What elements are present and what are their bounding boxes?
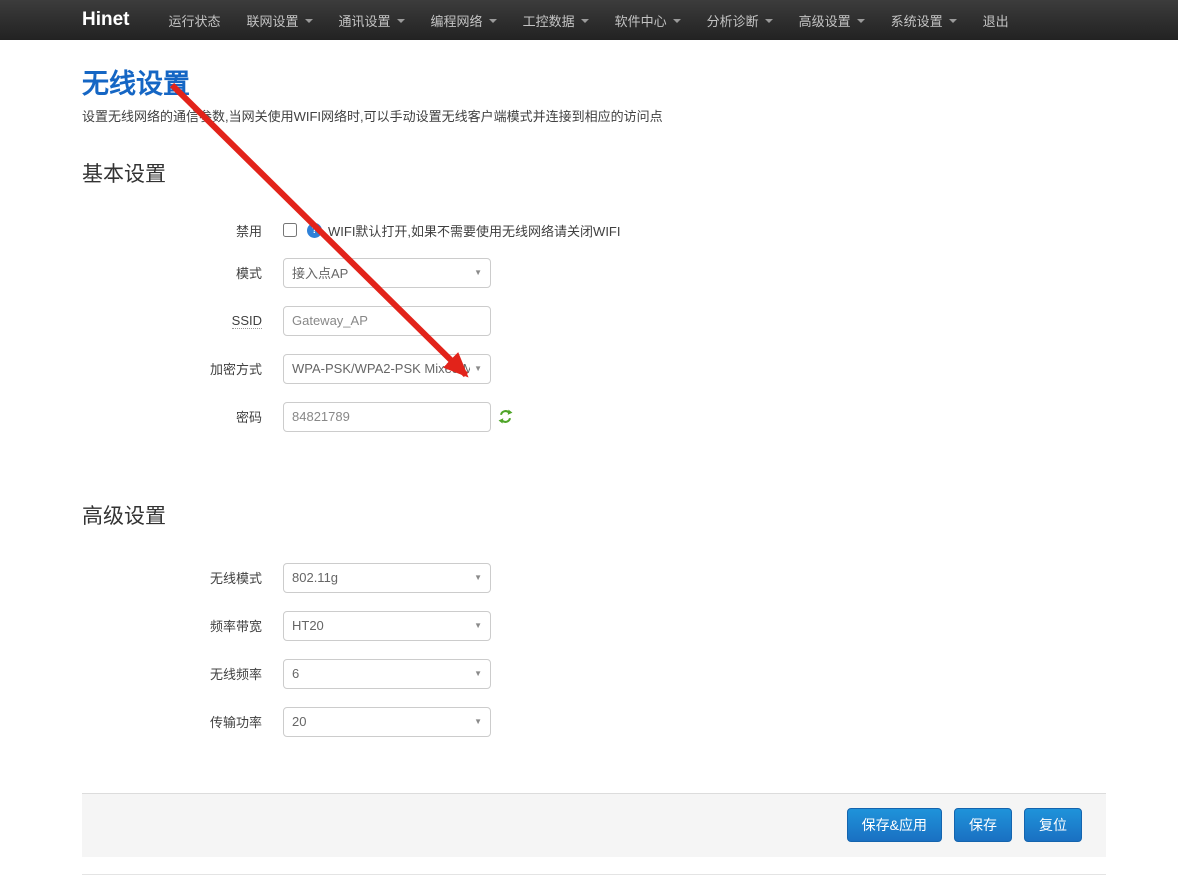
nav-item-industrial-data[interactable]: 工控数据 — [510, 0, 602, 40]
chevron-down-icon — [305, 19, 313, 23]
chevron-down-icon: ▼ — [474, 621, 482, 630]
nav-item-logout[interactable]: 退出 — [970, 0, 1022, 40]
chevron-down-icon: ▼ — [474, 268, 482, 277]
bandwidth-row: 频率带宽 HT20 ▼ — [82, 611, 1106, 641]
channel-row: 无线频率 6 ▼ — [82, 659, 1106, 689]
disable-help-text: WIFI默认打开,如果不需要使用无线网络请关闭WIFI — [328, 221, 620, 240]
channel-select[interactable]: 6 ▼ — [283, 659, 491, 689]
disable-help: ? WIFI默认打开,如果不需要使用无线网络请关闭WIFI — [307, 221, 620, 240]
ssid-row: SSID — [82, 306, 1106, 336]
nav-item-label: 编程网络 — [431, 11, 483, 30]
nav-item-system-settings[interactable]: 系统设置 — [878, 0, 970, 40]
nav-item-label: 高级设置 — [799, 11, 851, 30]
disable-checkbox[interactable] — [283, 223, 297, 237]
save-button[interactable]: 保存 — [954, 808, 1012, 842]
chevron-down-icon: ▼ — [474, 364, 482, 373]
nav-item-label: 工控数据 — [523, 11, 575, 30]
password-row: 密码 — [82, 402, 1106, 432]
nav-item-label: 联网设置 — [247, 11, 299, 30]
chevron-down-icon: ▼ — [474, 669, 482, 678]
chevron-down-icon — [581, 19, 589, 23]
chevron-down-icon — [857, 19, 865, 23]
mode-select[interactable]: 接入点AP ▼ — [283, 258, 491, 288]
wireless-mode-row: 无线模式 802.11g ▼ — [82, 563, 1106, 593]
mode-select-value: 接入点AP — [292, 263, 470, 282]
chevron-down-icon — [949, 19, 957, 23]
nav-item-label: 运行状态 — [169, 11, 221, 30]
disable-row: 禁用 ? WIFI默认打开,如果不需要使用无线网络请关闭WIFI — [82, 221, 1106, 240]
encryption-row: 加密方式 WPA-PSK/WPA2-PSK Mixed Mode ▼ — [82, 354, 1106, 384]
bandwidth-select[interactable]: HT20 ▼ — [283, 611, 491, 641]
nav-item-diagnosis[interactable]: 分析诊断 — [694, 0, 786, 40]
reset-button[interactable]: 复位 — [1024, 808, 1082, 842]
ssid-input[interactable] — [283, 306, 491, 336]
encryption-select[interactable]: WPA-PSK/WPA2-PSK Mixed Mode ▼ — [283, 354, 491, 384]
chevron-down-icon — [489, 19, 497, 23]
password-input[interactable] — [283, 402, 491, 432]
nav-item-label: 退出 — [983, 11, 1009, 30]
bandwidth-select-value: HT20 — [292, 618, 470, 633]
mode-label: 模式 — [82, 263, 262, 282]
nav-item-network-settings[interactable]: 联网设置 — [234, 0, 326, 40]
nav-item-programming-network[interactable]: 编程网络 — [418, 0, 510, 40]
chevron-down-icon — [673, 19, 681, 23]
channel-label: 无线频率 — [82, 664, 262, 683]
basic-settings-heading: 基本设置 — [82, 158, 1106, 188]
nav-item-label: 分析诊断 — [707, 11, 759, 30]
page-title: 无线设置 — [82, 62, 1106, 101]
bottom-divider — [82, 874, 1106, 875]
generate-password-refresh-icon[interactable] — [498, 409, 513, 424]
bandwidth-label: 频率带宽 — [82, 616, 262, 635]
nav-item-label: 系统设置 — [891, 11, 943, 30]
disable-label: 禁用 — [82, 221, 262, 240]
wireless-mode-label: 无线模式 — [82, 568, 262, 587]
chevron-down-icon: ▼ — [474, 573, 482, 582]
mode-row: 模式 接入点AP ▼ — [82, 258, 1106, 288]
chevron-down-icon: ▼ — [474, 717, 482, 726]
nav-item-software-center[interactable]: 软件中心 — [602, 0, 694, 40]
brand-logo[interactable]: Hinet — [82, 0, 130, 40]
tx-power-row: 传输功率 20 ▼ — [82, 707, 1106, 737]
page-subtitle: 设置无线网络的通信参数,当网关使用WIFI网络时,可以手动设置无线客户端模式并连… — [82, 108, 1106, 126]
nav-item-label: 软件中心 — [615, 11, 667, 30]
encryption-select-value: WPA-PSK/WPA2-PSK Mixed Mode — [292, 361, 470, 376]
encryption-label: 加密方式 — [82, 359, 262, 378]
wireless-mode-select-value: 802.11g — [292, 570, 470, 585]
nav-item-label: 通讯设置 — [339, 11, 391, 30]
tx-power-select-value: 20 — [292, 714, 470, 729]
help-icon[interactable]: ? — [307, 223, 322, 238]
save-apply-button[interactable]: 保存&应用 — [847, 808, 942, 842]
nav-item-status[interactable]: 运行状态 — [156, 0, 234, 40]
nav-item-comm-settings[interactable]: 通讯设置 — [326, 0, 418, 40]
top-navbar: Hinet 运行状态 联网设置 通讯设置 编程网络 工控数据 软件中心 分析诊断… — [0, 0, 1178, 40]
action-bar: 保存&应用 保存 复位 — [82, 793, 1106, 857]
chevron-down-icon — [397, 19, 405, 23]
nav-item-advanced-settings[interactable]: 高级设置 — [786, 0, 878, 40]
main-content: 无线设置 设置无线网络的通信参数,当网关使用WIFI网络时,可以手动设置无线客户… — [82, 62, 1106, 875]
advanced-settings-heading: 高级设置 — [82, 500, 1106, 530]
password-label: 密码 — [82, 407, 262, 426]
channel-select-value: 6 — [292, 666, 470, 681]
tx-power-label: 传输功率 — [82, 712, 262, 731]
wireless-mode-select[interactable]: 802.11g ▼ — [283, 563, 491, 593]
chevron-down-icon — [765, 19, 773, 23]
ssid-label: SSID — [82, 313, 262, 328]
tx-power-select[interactable]: 20 ▼ — [283, 707, 491, 737]
